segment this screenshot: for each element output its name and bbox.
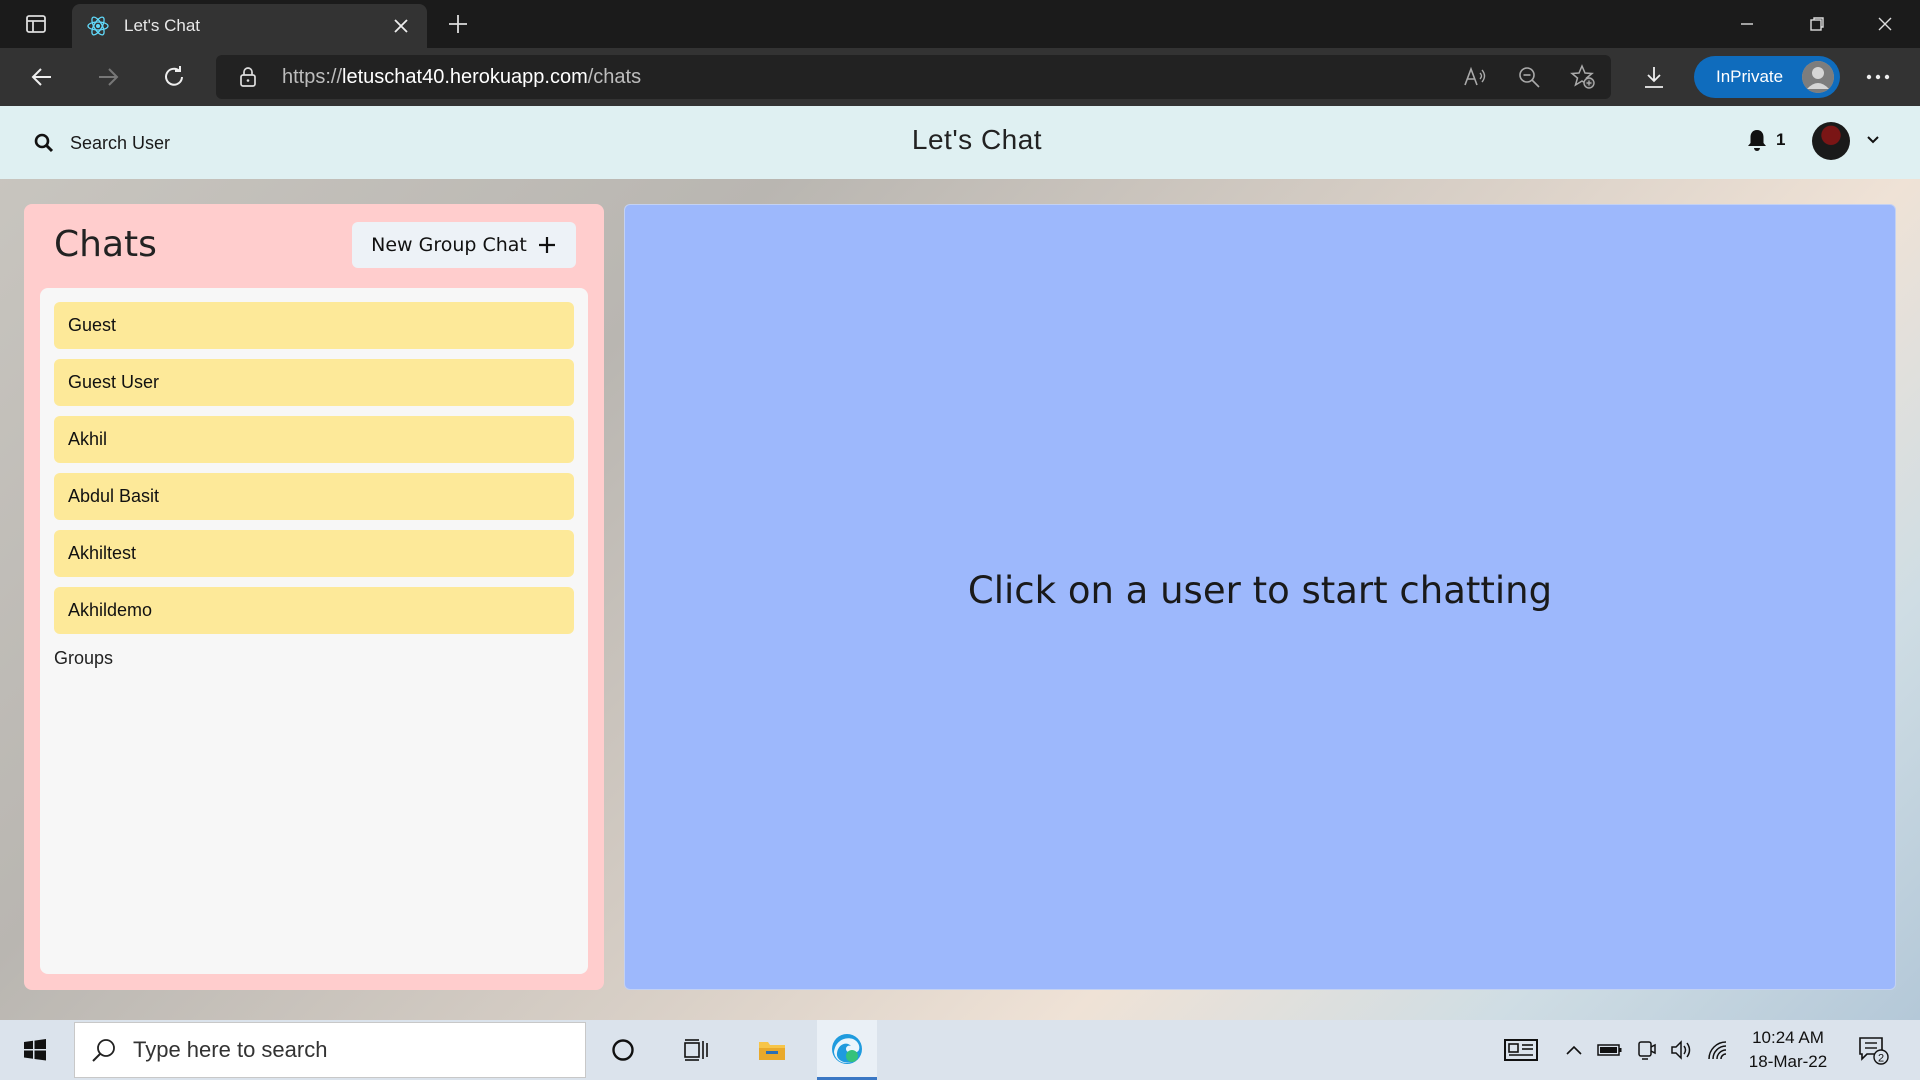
taskbar-search-box[interactable]: Type here to search xyxy=(74,1022,586,1078)
refresh-icon[interactable] xyxy=(154,57,194,97)
back-icon[interactable] xyxy=(22,57,62,97)
zoom-out-icon[interactable] xyxy=(1509,57,1549,97)
inprivate-label: InPrivate xyxy=(1716,67,1784,86)
new-tab-icon[interactable] xyxy=(440,10,476,38)
tab-actions-icon[interactable] xyxy=(16,10,56,38)
task-view-icon[interactable] xyxy=(666,1020,726,1080)
notifications-button[interactable]: 1 xyxy=(1746,128,1785,152)
inprivate-button[interactable]: InPrivate xyxy=(1694,56,1840,98)
taskbar: Type here to search 10:24 AM 18-Mar-22 2 xyxy=(0,1020,1920,1080)
browser-tab[interactable]: Let's Chat xyxy=(72,4,427,48)
page-viewport: Search User Let's Chat 1 Chats New Group… xyxy=(0,106,1920,1020)
empty-chat-placeholder: Click on a user to start chatting xyxy=(967,569,1553,612)
address-bar[interactable]: https://letuschat40.herokuapp.com/chats xyxy=(216,55,1611,99)
close-window-icon[interactable] xyxy=(1852,0,1918,48)
file-explorer-icon[interactable] xyxy=(742,1020,802,1080)
avatar xyxy=(1812,122,1850,160)
tab-title: Let's Chat xyxy=(124,16,201,35)
new-group-chat-button[interactable]: New Group Chat xyxy=(352,222,576,268)
minimize-icon[interactable] xyxy=(1714,0,1780,48)
app-title: Let's Chat xyxy=(911,124,1043,155)
new-group-chat-label: New Group Chat xyxy=(371,234,527,256)
notification-count: 1 xyxy=(1776,130,1786,149)
news-widget-icon[interactable] xyxy=(1502,1034,1540,1066)
add-favorite-icon[interactable] xyxy=(1563,57,1603,97)
close-tab-icon[interactable] xyxy=(389,14,413,38)
windows-start-icon[interactable] xyxy=(0,1020,70,1080)
chats-panel: Chats New Group Chat Guest Guest User Ak… xyxy=(24,204,604,990)
browser-tab-bar: Let's Chat xyxy=(0,0,1920,48)
url-text: https://letuschat40.herokuapp.com/chats xyxy=(282,65,642,88)
more-options-icon[interactable] xyxy=(1858,57,1898,97)
app-header: Search User Let's Chat 1 xyxy=(0,106,1920,179)
downloads-icon[interactable] xyxy=(1634,57,1674,97)
chat-item[interactable]: Akhildemo xyxy=(54,587,574,634)
chat-item[interactable]: Akhil xyxy=(54,416,574,463)
edge-browser-icon[interactable] xyxy=(817,1020,877,1080)
chat-box: Click on a user to start chatting xyxy=(624,204,1896,990)
chat-item[interactable]: Guest xyxy=(54,302,574,349)
forward-icon[interactable] xyxy=(88,57,128,97)
browser-toolbar: https://letuschat40.herokuapp.com/chats … xyxy=(0,48,1920,106)
notifications-badge: 2 xyxy=(1878,1053,1884,1065)
search-icon xyxy=(92,1039,115,1062)
action-center-icon[interactable]: 2 xyxy=(1854,1034,1894,1066)
clock-time: 10:24 AM xyxy=(1752,1028,1824,1047)
volume-icon[interactable] xyxy=(1666,1034,1698,1066)
taskbar-search-placeholder: Type here to search xyxy=(133,1037,328,1062)
chevron-down-icon xyxy=(1866,132,1880,150)
profile-menu-button[interactable] xyxy=(1812,122,1880,160)
meet-now-icon[interactable] xyxy=(1630,1034,1662,1066)
cortana-icon[interactable] xyxy=(593,1020,653,1080)
profile-avatar-icon xyxy=(1802,61,1834,93)
chats-heading: Chats xyxy=(54,224,157,265)
chat-item[interactable]: Akhiltest xyxy=(54,530,574,577)
battery-icon[interactable] xyxy=(1594,1034,1626,1066)
chat-item[interactable]: Guest User xyxy=(54,359,574,406)
groups-label: Groups xyxy=(54,648,114,668)
clock-date: 18-Mar-22 xyxy=(1748,1052,1828,1071)
lock-icon[interactable] xyxy=(236,65,260,89)
plus-icon xyxy=(538,237,555,253)
taskbar-clock[interactable]: 10:24 AM 18-Mar-22 xyxy=(1740,1026,1836,1074)
read-aloud-icon[interactable] xyxy=(1455,57,1495,97)
react-icon xyxy=(86,14,110,38)
chat-list: Guest Guest User Akhil Abdul Basit Akhil… xyxy=(40,288,588,974)
restore-icon[interactable] xyxy=(1784,0,1850,48)
wifi-icon[interactable] xyxy=(1702,1034,1734,1066)
chevron-up-icon[interactable] xyxy=(1558,1034,1590,1066)
chat-item[interactable]: Abdul Basit xyxy=(54,473,574,520)
bell-icon xyxy=(1748,130,1766,151)
